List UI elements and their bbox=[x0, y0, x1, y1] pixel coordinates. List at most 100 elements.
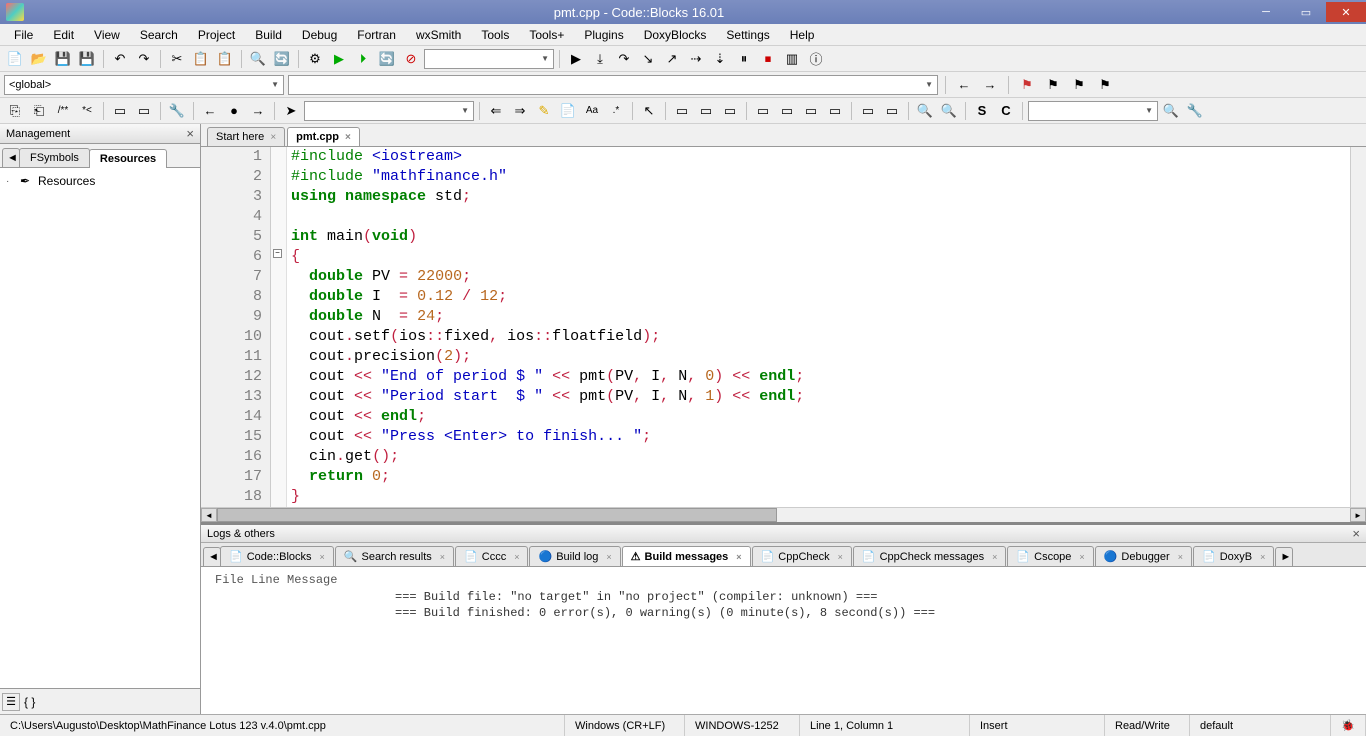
comment-icon[interactable]: /** bbox=[52, 100, 74, 122]
menu-settings[interactable]: Settings bbox=[716, 26, 779, 44]
scroll-thumb[interactable] bbox=[217, 508, 777, 522]
nav-icon[interactable]: ● bbox=[223, 100, 245, 122]
c-icon[interactable]: C bbox=[995, 100, 1017, 122]
opts-icon[interactable]: 🔧 bbox=[1184, 100, 1206, 122]
tool-icon[interactable]: ➤ bbox=[280, 100, 302, 122]
symbol-combo[interactable]: ▼ bbox=[288, 75, 938, 95]
replace-icon[interactable]: 🔄 bbox=[271, 48, 293, 70]
bookmark-flag-icon[interactable]: ⚑ bbox=[1016, 74, 1038, 96]
logs-tab[interactable]: 📄Code::Blocks× bbox=[220, 546, 334, 566]
fold-minus-icon[interactable]: − bbox=[273, 249, 282, 258]
menu-fortran[interactable]: Fortran bbox=[347, 26, 406, 44]
text-icon[interactable]: 📄 bbox=[557, 100, 579, 122]
tool-icon[interactable]: ▭ bbox=[109, 100, 131, 122]
tab-close-icon[interactable]: × bbox=[1260, 552, 1265, 562]
menu-edit[interactable]: Edit bbox=[43, 26, 84, 44]
build-target-combo[interactable]: ▼ bbox=[424, 49, 554, 69]
run-icon[interactable]: ▶ bbox=[328, 48, 350, 70]
tab-close-icon[interactable]: × bbox=[514, 552, 519, 562]
code-text[interactable]: #include <iostream>#include "mathfinance… bbox=[287, 147, 1350, 507]
logs-tab-nav-left[interactable]: ◄ bbox=[203, 547, 221, 566]
rebuild-icon[interactable]: 🔄 bbox=[376, 48, 398, 70]
box-icon[interactable]: ▭ bbox=[800, 100, 822, 122]
copy-icon[interactable]: 📋 bbox=[190, 48, 212, 70]
scroll-right-icon[interactable]: ► bbox=[1350, 508, 1366, 522]
build-messages-body[interactable]: File Line Message === Build file: "no ta… bbox=[201, 567, 1366, 714]
tab-close-icon[interactable]: × bbox=[320, 552, 325, 562]
next-instr-icon[interactable]: ⇢ bbox=[685, 48, 707, 70]
close-button[interactable]: ✕ bbox=[1326, 2, 1366, 22]
box-icon[interactable]: ▭ bbox=[695, 100, 717, 122]
scroll-left-icon[interactable]: ◄ bbox=[201, 508, 217, 522]
paste-icon[interactable]: 📋 bbox=[214, 48, 236, 70]
tab-close-icon[interactable]: × bbox=[736, 552, 741, 562]
management-tree[interactable]: · ✒ Resources bbox=[0, 168, 200, 688]
horizontal-scrollbar[interactable]: ◄ ► bbox=[201, 507, 1366, 522]
wrench-icon[interactable]: 🔧 bbox=[166, 100, 188, 122]
bookmark-clear-icon[interactable]: ⚑ bbox=[1094, 74, 1116, 96]
zoom-out-icon[interactable]: 🔍 bbox=[938, 100, 960, 122]
code-editor[interactable]: 123456789101112131415161718 − #include <… bbox=[201, 147, 1366, 507]
menu-plugins[interactable]: Plugins bbox=[574, 26, 633, 44]
step-instr-icon[interactable]: ⇣ bbox=[709, 48, 731, 70]
logs-tab[interactable]: 📄CppCheck messages× bbox=[853, 546, 1007, 566]
save-icon[interactable]: 💾 bbox=[52, 48, 74, 70]
panel-tab-fsymbols[interactable]: FSymbols bbox=[19, 148, 90, 167]
logs-tab[interactable]: 🔵Build log× bbox=[529, 546, 620, 566]
run-to-cursor-icon[interactable]: ⤓ bbox=[589, 48, 611, 70]
box-icon[interactable]: ▭ bbox=[719, 100, 741, 122]
logs-tab[interactable]: 📄CppCheck× bbox=[752, 546, 852, 566]
box-icon[interactable]: ▭ bbox=[881, 100, 903, 122]
arrow-right-icon[interactable]: ⇒ bbox=[509, 100, 531, 122]
tab-close-icon[interactable]: × bbox=[606, 552, 611, 562]
logs-tab[interactable]: 🔵Debugger× bbox=[1095, 546, 1192, 566]
scope-combo[interactable]: <global> ▼ bbox=[4, 75, 284, 95]
panel-tab-nav-left[interactable]: ◄ bbox=[2, 148, 20, 167]
tool-icon[interactable]: ⎘ bbox=[4, 100, 26, 122]
step-out-icon[interactable]: ↗ bbox=[661, 48, 683, 70]
search-icon[interactable]: 🔍 bbox=[1160, 100, 1182, 122]
logs-tab[interactable]: 📄DoxyB× bbox=[1193, 546, 1274, 566]
menu-search[interactable]: Search bbox=[130, 26, 188, 44]
tab-close-icon[interactable]: × bbox=[345, 132, 351, 143]
editor-tab[interactable]: Start here× bbox=[207, 127, 285, 146]
tab-close-icon[interactable]: × bbox=[992, 552, 997, 562]
find-icon[interactable]: 🔍 bbox=[247, 48, 269, 70]
cut-icon[interactable]: ✂ bbox=[166, 48, 188, 70]
tree-expander-icon[interactable]: · bbox=[6, 176, 16, 187]
tab-close-icon[interactable]: × bbox=[440, 552, 445, 562]
nav-icon[interactable]: ← bbox=[199, 100, 221, 122]
box-icon[interactable]: ▭ bbox=[824, 100, 846, 122]
tab-close-icon[interactable]: × bbox=[838, 552, 843, 562]
s-icon[interactable]: S bbox=[971, 100, 993, 122]
logs-tab[interactable]: 📄Cccc× bbox=[455, 546, 528, 566]
logs-tab[interactable]: 🔍Search results× bbox=[335, 546, 454, 566]
logs-tab[interactable]: 📄Cscope× bbox=[1007, 546, 1093, 566]
menu-debug[interactable]: Debug bbox=[292, 26, 347, 44]
nav-fwd-icon[interactable]: → bbox=[979, 74, 1001, 96]
menu-file[interactable]: File bbox=[4, 26, 43, 44]
redo-icon[interactable]: ↷ bbox=[133, 48, 155, 70]
highlight-icon[interactable]: ✎ bbox=[533, 100, 555, 122]
tab-close-icon[interactable]: × bbox=[1079, 552, 1084, 562]
editor-tab[interactable]: pmt.cpp× bbox=[287, 127, 360, 146]
tool-combo2[interactable]: ▼ bbox=[1028, 101, 1158, 121]
menu-build[interactable]: Build bbox=[245, 26, 292, 44]
info-icon[interactable]: ⓘ bbox=[805, 48, 827, 70]
select-icon[interactable]: ↖ bbox=[638, 100, 660, 122]
comment2-icon[interactable]: *< bbox=[76, 100, 98, 122]
bookmark-next-icon[interactable]: ⚑ bbox=[1068, 74, 1090, 96]
break-icon[interactable]: ⏸ bbox=[733, 48, 755, 70]
menu-wxsmith[interactable]: wxSmith bbox=[406, 26, 471, 44]
menu-doxyblocks[interactable]: DoxyBlocks bbox=[634, 26, 717, 44]
build-icon[interactable]: ⚙ bbox=[304, 48, 326, 70]
logs-tab[interactable]: ⚠Build messages× bbox=[622, 546, 751, 566]
save-all-icon[interactable]: 💾 bbox=[76, 48, 98, 70]
bookmark-prev-icon[interactable]: ⚑ bbox=[1042, 74, 1064, 96]
build-run-icon[interactable]: ⏵ bbox=[352, 48, 374, 70]
zoom-in-icon[interactable]: 🔍 bbox=[914, 100, 936, 122]
status-bug-icon[interactable]: 🐞 bbox=[1331, 715, 1366, 736]
tool-combo[interactable]: ▼ bbox=[304, 101, 474, 121]
tree-root-item[interactable]: · ✒ Resources bbox=[4, 172, 196, 190]
nav-back-icon[interactable]: ← bbox=[953, 74, 975, 96]
